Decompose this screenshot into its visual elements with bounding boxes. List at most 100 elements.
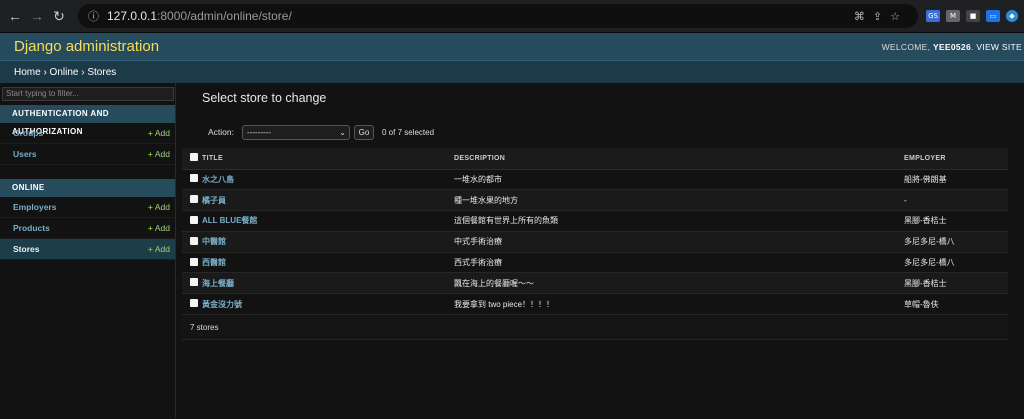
share-icon[interactable]: ⇪ xyxy=(873,10,882,23)
result-list: TITLE DESCRIPTION EMPLOYER 水之八島 一堆水的都市 船… xyxy=(182,148,1008,316)
extension-icon[interactable]: ◆ xyxy=(1006,10,1018,22)
add-icon: + xyxy=(147,149,153,159)
nav-sidebar: Start typing to filter... AUTHENTICATION… xyxy=(0,83,176,419)
action-bar: Action: --------- ⌄ Go 0 of 7 selected xyxy=(182,123,1024,141)
add-label: Add xyxy=(154,244,170,254)
store-description: 西式手術治療 xyxy=(454,252,904,274)
add-label: Add xyxy=(154,223,170,233)
add-groups-link[interactable]: + Add xyxy=(148,128,170,138)
sidebar-item-products: Products + Add xyxy=(0,218,175,239)
action-select[interactable]: --------- ⌄ xyxy=(242,124,350,140)
store-description: 中式手術治療 xyxy=(454,231,904,253)
store-employer: 多尼多尼-橋八 xyxy=(904,252,1008,274)
select-all-cell xyxy=(182,148,202,170)
add-employers-link[interactable]: + Add xyxy=(148,202,170,212)
store-employer: 多尼多尼-橋八 xyxy=(904,231,1008,253)
view-site-link[interactable]: VIEW SITE xyxy=(976,42,1022,52)
sidebar-item-label[interactable]: Products xyxy=(13,223,50,233)
forward-icon[interactable]: → xyxy=(28,7,46,25)
sidebar-item-label[interactable]: Groups xyxy=(13,128,43,138)
store-description: 飄在海上的餐廳喔～～ xyxy=(454,272,904,295)
store-description: 種一堆水果的地方 xyxy=(454,189,904,212)
chevron-down-icon: ⌄ xyxy=(339,127,346,137)
add-icon: + xyxy=(147,244,153,254)
user-tools: WELCOME, YEE0526. VIEW SITE xyxy=(881,41,1022,52)
action-label: Action: xyxy=(208,127,234,137)
bookmark-star-icon[interactable]: ☆ xyxy=(890,10,900,23)
paginator: 7 stores xyxy=(182,315,1008,341)
sidebar-item-employers: Employers + Add xyxy=(0,197,175,218)
store-title-link[interactable]: 中醫館 xyxy=(202,237,226,246)
store-title-link[interactable]: 水之八島 xyxy=(202,175,234,184)
nav-filter-input[interactable]: Start typing to filter... xyxy=(2,87,174,101)
store-title-link[interactable]: 西醫館 xyxy=(202,258,226,267)
add-icon: + xyxy=(147,202,153,212)
sidebar-item-label[interactable]: Employers xyxy=(13,202,56,212)
column-header-employer[interactable]: EMPLOYER xyxy=(904,148,1008,170)
column-header-description[interactable]: DESCRIPTION xyxy=(454,148,904,170)
store-title-link[interactable]: 海上餐廳 xyxy=(202,279,234,288)
store-employer: 船將-佛朗基 xyxy=(904,169,1008,191)
row-checkbox[interactable] xyxy=(190,299,198,308)
site-branding[interactable]: Django administration xyxy=(14,38,159,55)
row-checkbox[interactable] xyxy=(190,195,198,204)
table-row: 黃金沒力號 我要拿到 two piece！！！！ 草帽-魯伕 xyxy=(182,293,1008,316)
action-selected-value: --------- xyxy=(247,127,271,137)
store-title-link[interactable]: 橘子員 xyxy=(202,196,226,205)
translate-icon[interactable]: ⌘ xyxy=(854,10,865,23)
extension-icon[interactable]: ▭ xyxy=(986,10,1000,22)
table-row: 西醫館 西式手術治療 多尼多尼-橋八 xyxy=(182,252,1008,274)
browser-toolbar: ← → ↻ ⓘ 127.0.0.1:8000/admin/online/stor… xyxy=(0,0,1024,33)
sidebar-item-label[interactable]: Stores xyxy=(13,244,39,254)
add-icon: + xyxy=(147,223,153,233)
store-description: 一堆水的都市 xyxy=(454,169,904,191)
row-checkbox[interactable] xyxy=(190,215,198,224)
table-row: ALL BLUE餐館 這個餐館有世界上所有的魚類 黑腳-香桔士 xyxy=(182,210,1008,232)
address-bar[interactable]: ⓘ 127.0.0.1:8000/admin/online/store/ ⌘ ⇪… xyxy=(78,4,918,28)
add-stores-link[interactable]: + Add xyxy=(148,244,170,254)
add-label: Add xyxy=(154,149,170,159)
add-products-link[interactable]: + Add xyxy=(148,223,170,233)
extension-icon[interactable]: GS xyxy=(926,10,940,22)
breadcrumb-text[interactable]: Home › Online › Stores xyxy=(14,67,116,78)
sidebar-item-label[interactable]: Users xyxy=(13,149,37,159)
row-checkbox[interactable] xyxy=(190,236,198,245)
store-title-link[interactable]: ALL BLUE餐館 xyxy=(202,216,257,225)
extension-icon[interactable]: ■ xyxy=(966,10,980,22)
breadcrumb: Home › Online › Stores xyxy=(0,60,1024,83)
go-button[interactable]: Go xyxy=(354,124,374,140)
table-row: 中醫館 中式手術治療 多尼多尼-橋八 xyxy=(182,231,1008,253)
page-title: Select store to change xyxy=(202,91,327,105)
selection-counter: 0 of 7 selected xyxy=(382,127,435,137)
column-header-title[interactable]: TITLE xyxy=(202,148,454,170)
table-header-row: TITLE DESCRIPTION EMPLOYER xyxy=(182,148,1008,170)
add-label: Add xyxy=(154,128,170,138)
add-icon: + xyxy=(147,128,153,138)
back-icon[interactable]: ← xyxy=(6,7,24,25)
extension-icon[interactable]: M xyxy=(946,10,960,22)
row-checkbox[interactable] xyxy=(190,278,198,287)
table-row: 水之八島 一堆水的都市 船將-佛朗基 xyxy=(182,169,1008,191)
row-checkbox[interactable] xyxy=(190,174,198,183)
module-caption[interactable]: ONLINE xyxy=(0,179,175,197)
row-checkbox[interactable] xyxy=(190,257,198,266)
welcome-text: WELCOME, xyxy=(881,41,931,52)
content-main: Select store to change Action: ---------… xyxy=(176,83,1024,419)
table-row: 海上餐廳 飄在海上的餐廳喔～～ 黑腳-香桔士 xyxy=(182,272,1008,295)
store-employer: 黑腳-香桔士 xyxy=(904,272,1008,295)
store-employer: 黑腳-香桔士 xyxy=(904,210,1008,232)
module-auth: AUTHENTICATION AND AUTHORIZATION Groups … xyxy=(0,105,175,165)
site-info-icon[interactable]: ⓘ xyxy=(88,8,99,24)
reload-icon[interactable]: ↻ xyxy=(50,7,68,25)
extensions: GS M ■ ▭ ◆ xyxy=(926,10,1018,22)
store-title-link[interactable]: 黃金沒力號 xyxy=(202,300,242,309)
select-all-checkbox[interactable] xyxy=(190,153,198,162)
username: YEE0526 xyxy=(932,41,971,52)
module-online: ONLINE Employers + Add Products + Add Stor… xyxy=(0,179,175,260)
sidebar-item-stores: Stores + Add xyxy=(0,239,175,260)
add-label: Add xyxy=(154,202,170,212)
module-caption[interactable]: AUTHENTICATION AND AUTHORIZATION xyxy=(0,105,175,136)
add-users-link[interactable]: + Add xyxy=(148,149,170,159)
table-row: 橘子員 種一堆水果的地方 - xyxy=(182,189,1008,212)
store-description: 這個餐館有世界上所有的魚類 xyxy=(454,210,904,232)
